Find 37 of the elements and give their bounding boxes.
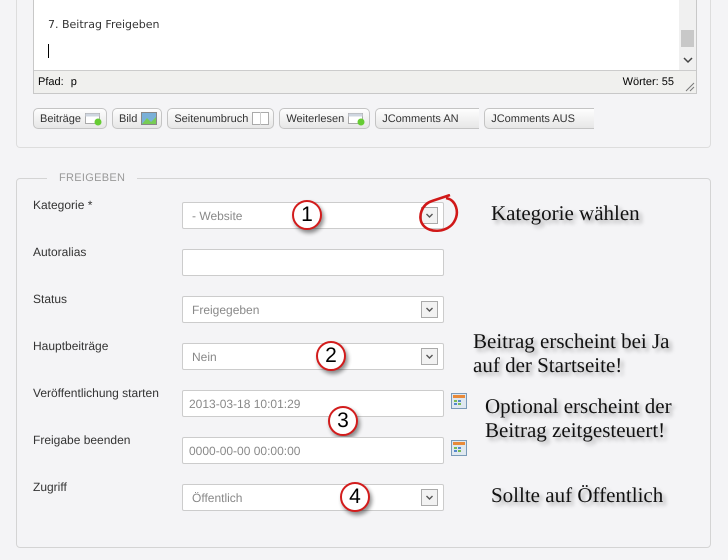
resize-grip-icon[interactable] [684, 81, 695, 92]
calendar-icon[interactable] [451, 393, 467, 409]
annotation-text: Optional erscheint der Beitrag zeitgesteuert! [485, 394, 672, 442]
input-field[interactable] [182, 249, 444, 276]
field-label: Zugriff [33, 480, 68, 494]
field-label: Status [33, 292, 68, 306]
field-label: Autoralias [33, 245, 88, 259]
editor-button[interactable]: Weiterlesen [279, 108, 370, 129]
editor-button[interactable]: Seitenumbruch [167, 108, 274, 129]
scrollbar[interactable] [679, 0, 696, 70]
annotation-text: Sollte auf Öffentlich [491, 483, 664, 507]
number-marker: 3 [328, 406, 358, 436]
field-label: Hauptbeiträge [33, 339, 110, 353]
field-label: Kategorie * [33, 198, 94, 212]
document-plus-icon [84, 112, 102, 126]
annotation-text: Beitrag erscheint bei Ja auf der Startseite! [473, 329, 670, 377]
path-label: Pfad: [38, 76, 64, 88]
page-icon [252, 112, 270, 125]
path-value: p [70, 76, 77, 88]
editor-button[interactable]: Bild [112, 108, 162, 129]
section-title: FREIGEBEN [58, 172, 126, 184]
editor-button[interactable]: Beiträge [33, 108, 107, 129]
editor-button[interactable]: JComments AN [375, 108, 480, 129]
select-field[interactable]: Freigegeben [182, 296, 444, 323]
document-plus-icon [348, 112, 366, 126]
calendar-icon[interactable] [451, 440, 467, 456]
date-field[interactable]: 0000-00-00 00:00:00 [182, 437, 444, 464]
editor-text: 7. Beitrag Freigeben [48, 18, 160, 31]
annotation-text: Kategorie wählen [491, 201, 640, 225]
field-label: Freigabe beenden [33, 433, 132, 447]
editor-button[interactable]: JComments AUS [484, 108, 594, 129]
image-icon [141, 112, 158, 125]
field-label: Veröffentlichung starten [33, 386, 160, 400]
word-count: Wörter: 55 [622, 76, 674, 88]
scrollbar-thumb[interactable] [681, 30, 694, 47]
text-cursor [48, 44, 49, 58]
scroll-down-icon[interactable] [683, 57, 693, 64]
